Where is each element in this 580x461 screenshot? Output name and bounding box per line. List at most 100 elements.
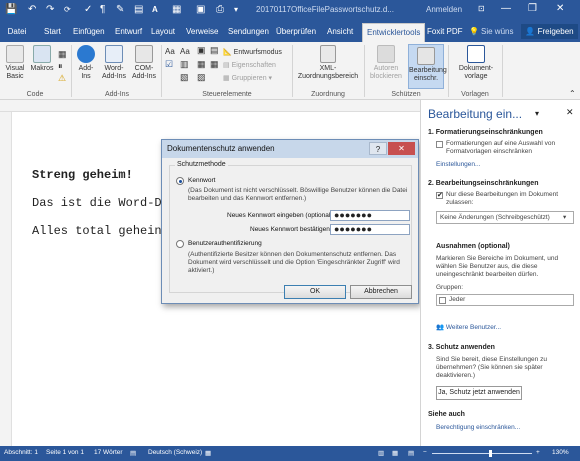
addins-button[interactable]: Add-Ins [74,45,98,81]
zoom-slider[interactable] [432,453,532,454]
ribbon-tabs: Datei Start Einfügen Entwurf Layout Verw… [0,21,580,42]
undo-icon[interactable]: ↶ [28,4,36,16]
repeating-control-icon[interactable]: ▧ [180,73,189,82]
visual-basic-button[interactable]: Visual Basic [3,45,27,81]
vertical-ruler[interactable] [0,112,12,446]
status-word-count[interactable]: 17 Wörter [94,449,123,456]
new-password-input[interactable]: ●●●●●●● [330,210,410,221]
zoom-in-icon[interactable]: + [536,449,540,456]
proofing-icon[interactable]: ▤ [130,449,136,457]
settings-link[interactable]: Einstellungen... [436,161,480,168]
tab-references[interactable]: Verweise [186,25,218,38]
word-addins-button[interactable]: Word-Add-Ins [100,45,128,81]
doc-line-2[interactable]: Das ist die Word-D [32,196,162,210]
table-icon[interactable]: ▦ [172,4,181,16]
collapse-ribbon-icon[interactable]: ⌃ [569,89,576,98]
zoom-out-icon[interactable]: − [423,449,427,456]
tab-design[interactable]: Entwurf [115,25,142,38]
rich-text-control-icon[interactable]: Aa [165,47,175,56]
paragraph-icon[interactable]: ¶ [100,4,105,16]
tab-developer[interactable]: Entwicklertools [362,23,426,42]
horizontal-ruler[interactable] [0,100,420,112]
draw-icon[interactable]: ▤ [134,4,143,16]
combobox-control-icon[interactable]: ▥ [180,60,189,69]
pane-close-icon[interactable]: ✕ [566,107,574,118]
legacy-tools-icon[interactable]: ▨ [197,73,206,82]
print-layout-icon[interactable]: ▦ [392,449,398,457]
picture-icon[interactable]: ▣ [196,4,205,16]
macro-security-icon[interactable]: ⚠ [58,74,66,83]
tab-insert[interactable]: Einfügen [73,25,105,38]
user-auth-radio[interactable] [176,240,184,248]
format-icon[interactable]: ✎ [116,4,124,16]
pause-macro-icon[interactable]: ⏸ [58,62,63,71]
tab-mailings[interactable]: Sendungen [228,25,269,38]
tab-review[interactable]: Überprüfen [276,25,316,38]
user-auth-radio-label[interactable]: Benutzerauthentifizierung [188,240,262,248]
properties-button[interactable]: ▤ Eigenschaften [223,61,276,70]
password-radio[interactable] [176,177,184,185]
print-icon[interactable]: ⎙ [216,4,224,16]
read-mode-icon[interactable]: ▥ [378,449,384,457]
redo-icon[interactable]: ↷ [46,4,54,16]
editing-type-select[interactable]: Keine Änderungen (Schreibgeschützt) ▾ [436,211,574,224]
doc-line-3[interactable]: Alles total gehein [32,224,162,238]
date-control-icon[interactable]: ▦ [210,60,219,69]
restrict-permission-link[interactable]: Berechtigung einschränken... [436,424,520,431]
design-mode-button[interactable]: 📐 Entwurfsmodus [223,48,282,57]
font-color-icon[interactable]: A [152,4,158,16]
restore-button[interactable]: ❐ [528,3,537,15]
customize-qat-icon[interactable]: ▾ [234,4,238,16]
start-enforcing-button[interactable]: Ja, Schutz jetzt anwenden [436,386,522,400]
close-button[interactable]: ✕ [556,3,564,15]
document-template-button[interactable]: Dokument-vorlage [453,45,499,81]
dialog-close-button[interactable]: ✕ [388,142,415,155]
building-block-control-icon[interactable]: ▤ [210,46,219,55]
record-macro-icon[interactable]: ▦ [58,50,67,59]
zoom-level[interactable]: 130% [552,449,569,456]
minimize-button[interactable]: — [501,3,511,15]
status-section[interactable]: Abschnitt: 1 [4,449,38,456]
tab-layout[interactable]: Layout [151,25,175,38]
checkbox-control-icon[interactable]: ☑ [165,60,173,69]
group-button[interactable]: ▦ Gruppieren ▾ [223,74,272,83]
confirm-password-input[interactable]: ●●●●●●● [330,224,410,235]
cancel-button[interactable]: Abbrechen [350,285,412,299]
groups-list[interactable]: Jeder [436,294,574,306]
restrict-editing-button[interactable]: Bearbeitung einschr. [408,44,447,89]
formatting-restriction-checkbox[interactable] [436,141,443,148]
block-authors-button[interactable]: Autoren blockieren [367,45,405,81]
tab-foxit-pdf[interactable]: Foxit PDF [427,25,463,38]
status-page[interactable]: Seite 1 von 1 [46,449,84,456]
check-icon[interactable]: ✓ [84,4,92,16]
password-radio-label[interactable]: Kennwort [188,177,215,185]
macro-recording-icon[interactable]: ▦ [205,449,211,457]
everyone-checkbox[interactable] [439,297,446,304]
doc-line-heading[interactable]: Streng geheim! [32,168,133,182]
dialog-help-button[interactable]: ? [369,142,387,155]
more-users-link[interactable]: 👥 Weitere Benutzer... [436,323,501,331]
status-language[interactable]: Deutsch (Schweiz) [148,449,202,456]
plain-text-control-icon[interactable]: Aa [180,47,190,56]
password-description: (Das Dokument ist nicht verschlüsselt. B… [188,187,408,202]
ok-button[interactable]: OK [284,285,346,299]
pane-options-icon[interactable]: ▾ [535,109,539,118]
tab-start[interactable]: Start [44,25,61,38]
editing-restriction-checkbox[interactable] [436,191,443,199]
zoom-slider-thumb[interactable] [489,450,492,457]
save-icon[interactable]: 💾 [5,4,17,16]
xml-mapping-button[interactable]: XML-Zuordnungsbereich [297,45,359,81]
sign-in-link[interactable]: Anmelden [426,5,462,14]
picture-control-icon[interactable]: ▣ [197,46,206,55]
web-layout-icon[interactable]: ▤ [408,449,414,457]
com-addins-button[interactable]: COM-Add-Ins [130,45,158,81]
share-button[interactable]: 👤 Freigeben [521,24,578,39]
dropdown-control-icon[interactable]: ▦ [197,60,206,69]
ribbon-display-icon[interactable]: ⊡ [478,3,485,15]
tell-me-icon[interactable]: 💡 [469,25,479,38]
tell-me-input[interactable]: Sie wüns [481,25,513,38]
tab-view[interactable]: Ansicht [327,25,353,38]
macros-button[interactable]: Makros [30,45,54,73]
tab-file[interactable]: Datei [0,21,34,42]
quick-access-icon[interactable]: ⟳ [64,4,71,16]
